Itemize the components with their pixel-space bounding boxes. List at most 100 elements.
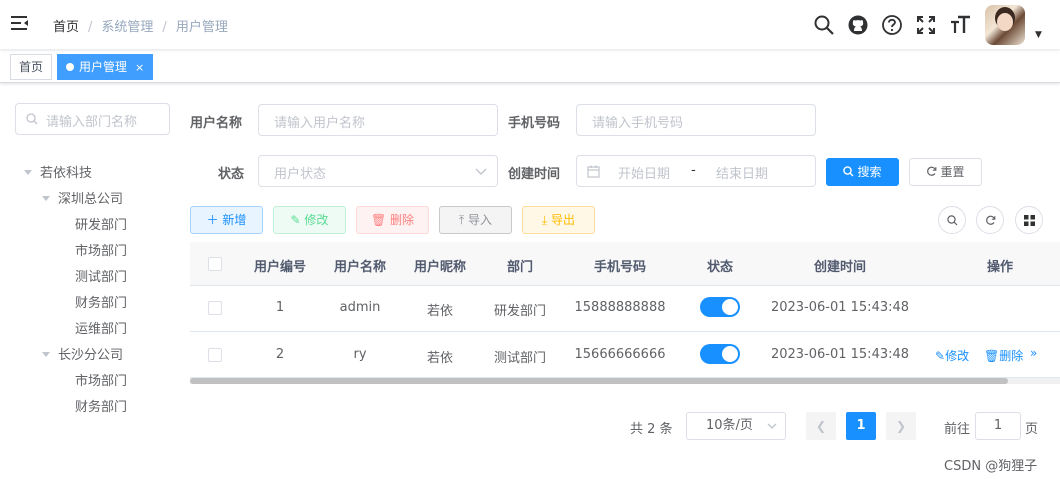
github-icon[interactable] — [847, 14, 869, 36]
pagination-total: 共 2 条 — [630, 422, 673, 437]
tree-node-label: 市场部门 — [75, 374, 128, 389]
columns-button[interactable] — [1015, 206, 1043, 234]
cell-created-time: 2023-06-01 15:43:48 — [770, 347, 910, 362]
fullscreen-icon[interactable] — [915, 14, 937, 36]
username-placeholder: 请输入用户名称 — [274, 116, 366, 131]
chevron-down-icon — [475, 168, 487, 175]
hamburger-icon[interactable] — [11, 15, 29, 31]
tree-node-label: 深圳总公司 — [58, 192, 124, 207]
caret-down-icon[interactable] — [24, 170, 32, 175]
tree-node-cs-finance[interactable]: 财务部门 — [75, 396, 127, 415]
tree-node-label: 测试部门 — [75, 270, 128, 285]
search-icon[interactable] — [813, 14, 835, 36]
status-select[interactable]: 用户状态 — [258, 155, 498, 187]
page-number-button[interactable]: 1 — [846, 412, 876, 440]
created-time-label: 创建时间 — [508, 167, 561, 182]
breadcrumb-home[interactable]: 首页 — [53, 20, 79, 35]
caret-down-icon[interactable] — [42, 352, 50, 357]
row-checkbox[interactable] — [208, 348, 222, 362]
export-button-label: 导出 — [551, 213, 576, 227]
select-all-checkbox[interactable] — [208, 257, 222, 271]
status-placeholder: 用户状态 — [274, 167, 327, 182]
help-icon[interactable] — [881, 14, 903, 36]
date-range-picker[interactable]: 开始日期 - 结束日期 — [576, 155, 816, 187]
column-header[interactable]: 手机号码 — [594, 256, 646, 275]
username-label: 用户名称 — [190, 116, 243, 131]
column-header[interactable]: 创建时间 — [814, 256, 866, 275]
import-button[interactable]: ⤒ 导入 — [439, 206, 512, 234]
username-input[interactable]: 请输入用户名称 — [258, 104, 498, 136]
table-row[interactable]: 2 ry 若依 测试部门 15666666666 2023-06-01 15:4… — [190, 332, 1060, 378]
goto-page-input[interactable]: 1 — [975, 412, 1021, 440]
goto-label: 前往 — [944, 422, 971, 437]
breadcrumb-system: 系统管理 — [101, 20, 154, 35]
tree-node-dev[interactable]: 研发部门 — [75, 214, 127, 233]
cell-username: ry — [353, 347, 367, 362]
caret-down-icon[interactable]: ▼ — [1035, 30, 1042, 40]
phone-placeholder: 请输入手机号码 — [592, 116, 684, 131]
row-more-link[interactable]: » — [1030, 346, 1037, 360]
prev-page-button[interactable]: ❮ — [806, 412, 836, 440]
reset-button[interactable]: 重置 — [909, 158, 982, 186]
breadcrumb-current: 用户管理 — [175, 20, 228, 35]
font-size-icon[interactable] — [949, 14, 971, 36]
next-page-button[interactable]: ❯ — [886, 412, 916, 440]
close-icon[interactable]: × — [135, 61, 144, 74]
phone-input[interactable]: 请输入手机号码 — [576, 104, 816, 136]
trash-icon: 🗑 — [370, 213, 391, 227]
tree-node-changsha[interactable]: 长沙分公司 — [42, 344, 123, 363]
search-icon — [947, 215, 958, 226]
cell-user-id: 1 — [275, 300, 285, 315]
calendar-icon — [587, 165, 600, 178]
tree-node-market[interactable]: 市场部门 — [75, 240, 127, 259]
row-edit-link[interactable]: ✎修改 — [935, 347, 969, 364]
add-button[interactable]: ＋ 新增 — [190, 206, 263, 234]
cell-user-id: 2 — [275, 347, 285, 362]
table-horizontal-scrollbar[interactable] — [190, 378, 1060, 384]
watermark: CSDN @狗狸子 — [944, 459, 1038, 474]
search-button[interactable]: 搜索 — [826, 158, 899, 186]
page-size-select[interactable]: 10条/页 — [686, 412, 786, 440]
row-edit-label: 修改 — [945, 349, 970, 363]
tree-node-ops[interactable]: 运维部门 — [75, 318, 127, 337]
edit-button[interactable]: ✎ 修改 — [273, 206, 346, 234]
refresh-button[interactable] — [976, 206, 1004, 234]
refresh-icon — [927, 166, 937, 176]
column-header[interactable]: 用户编号 — [254, 256, 306, 275]
tree-node-ruoyi[interactable]: 若依科技 — [24, 162, 92, 181]
row-delete-label: 删除 — [999, 349, 1024, 363]
scrollbar-thumb[interactable] — [190, 378, 1008, 384]
import-button-label: 导入 — [468, 213, 493, 227]
avatar[interactable] — [985, 5, 1025, 45]
delete-button[interactable]: 🗑 删除 — [356, 206, 429, 234]
tag-home[interactable]: 首页 — [10, 54, 53, 80]
column-header[interactable]: 用户名称 — [334, 256, 386, 275]
column-header[interactable]: 部门 — [507, 256, 533, 275]
trash-icon: 🗑 — [984, 349, 1000, 363]
status-switch[interactable] — [700, 344, 740, 364]
dept-search-input[interactable]: 请输入部门名称 — [15, 103, 170, 135]
tree-node-cs-market[interactable]: 市场部门 — [75, 370, 127, 389]
row-checkbox[interactable] — [208, 301, 222, 315]
cell-nickname: 若依 — [426, 351, 454, 366]
tree-node-label: 若依科技 — [40, 166, 93, 181]
row-delete-link[interactable]: 🗑删除 — [984, 347, 1023, 364]
tree-node-shenzhen[interactable]: 深圳总公司 — [42, 188, 123, 207]
status-switch[interactable] — [700, 297, 740, 317]
column-header[interactable]: 用户昵称 — [414, 256, 466, 275]
page-suffix: 页 — [1025, 422, 1039, 437]
column-header[interactable]: 状态 — [707, 256, 733, 275]
breadcrumb: 首页 / 系统管理 / 用户管理 — [53, 20, 228, 35]
add-button-label: 新增 — [222, 213, 247, 227]
toggle-search-button[interactable] — [938, 206, 966, 234]
cell-phone: 15888888888 — [574, 300, 666, 315]
table-header: 用户编号 用户名称 用户昵称 部门 手机号码 状态 创建时间 操作 — [190, 242, 1060, 286]
phone-label: 手机号码 — [508, 116, 561, 131]
caret-down-icon[interactable] — [42, 196, 50, 201]
tree-node-finance[interactable]: 财务部门 — [75, 292, 127, 311]
active-dot-icon — [66, 63, 74, 71]
export-button[interactable]: ⤓ 导出 — [522, 206, 595, 234]
tree-node-test[interactable]: 测试部门 — [75, 266, 127, 285]
table-row[interactable]: 1 admin 若依 研发部门 15888888888 2023-06-01 1… — [190, 286, 1060, 332]
tag-user-management[interactable]: 用户管理 × — [57, 54, 154, 80]
